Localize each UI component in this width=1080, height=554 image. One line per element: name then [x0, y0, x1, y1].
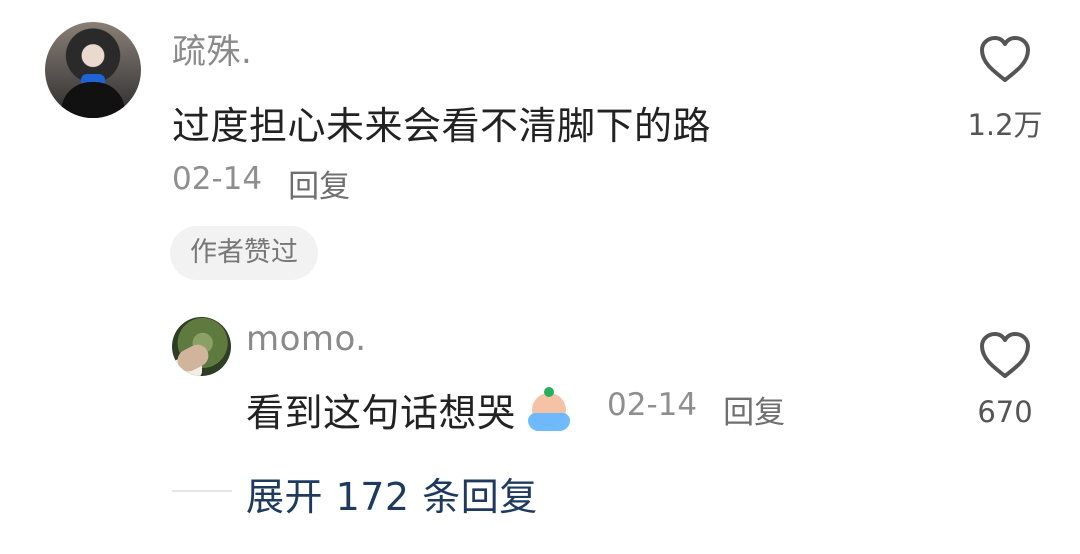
avatar[interactable] — [172, 317, 231, 376]
author-liked-badge: 作者赞过 — [170, 226, 318, 280]
crying-emoji-icon — [526, 386, 572, 433]
comment-date: 02-14 — [607, 387, 698, 423]
like-button[interactable] — [978, 34, 1032, 84]
heart-icon — [980, 36, 1030, 82]
reply-button[interactable]: 回复 — [723, 387, 785, 432]
comment-text: 看到这句话想哭 — [246, 391, 516, 435]
expand-divider — [172, 490, 232, 492]
like-button[interactable] — [978, 330, 1032, 380]
like-count: 670 — [977, 395, 1033, 429]
comment-meta: 02-14 回复 — [607, 387, 785, 432]
comment-date: 02-14 — [172, 161, 263, 197]
expand-replies-link[interactable]: 展开 172 条回复 — [246, 466, 538, 521]
like-count: 1.2万 — [967, 108, 1043, 142]
heart-icon — [980, 332, 1030, 378]
reply-button[interactable]: 回复 — [288, 161, 350, 206]
avatar[interactable] — [45, 22, 141, 118]
username[interactable]: momo. — [246, 319, 367, 359]
comment-meta: 02-14 回复 — [172, 161, 350, 206]
comment-text: 过度担心未来会看不清脚下的路 — [172, 104, 712, 148]
username[interactable]: 疏殊. — [172, 24, 252, 73]
avatar-figure — [61, 82, 125, 118]
reply-comment-content: 看到这句话想哭 — [246, 382, 572, 437]
